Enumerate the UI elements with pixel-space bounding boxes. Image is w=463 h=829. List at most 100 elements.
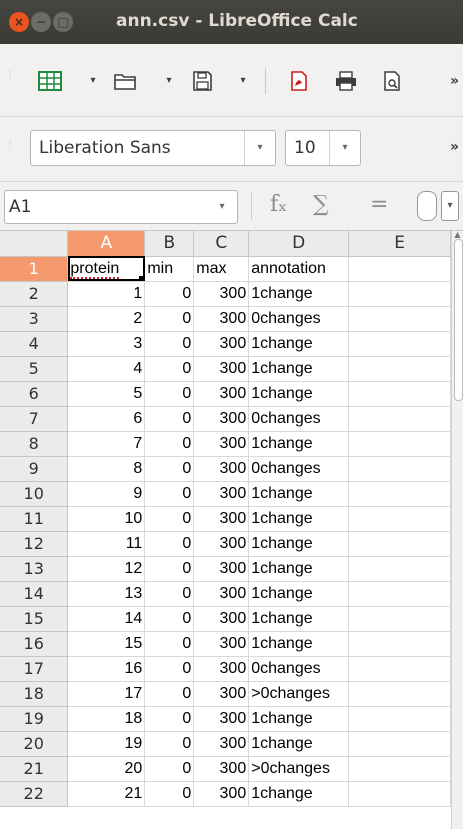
cell-b4[interactable]: 0 [144, 331, 195, 357]
cell-c13[interactable]: 300 [193, 556, 250, 582]
save-dropdown-arrow[interactable]: ▾ [238, 71, 248, 91]
cell-c14[interactable]: 300 [193, 581, 250, 607]
cell-a15[interactable]: 14 [67, 606, 146, 632]
cell-b16[interactable]: 0 [144, 631, 195, 657]
cell-c4[interactable]: 300 [193, 331, 250, 357]
cell-b2[interactable]: 0 [144, 281, 195, 307]
cell-e21[interactable] [348, 756, 451, 782]
cell-b18[interactable]: 0 [144, 681, 195, 707]
cell-a14[interactable]: 13 [67, 581, 146, 607]
print-preview-icon[interactable] [380, 71, 404, 91]
cell-a3[interactable]: 2 [67, 306, 146, 332]
cell-a16[interactable]: 15 [67, 631, 146, 657]
cell-a21[interactable]: 20 [67, 756, 146, 782]
row-header[interactable]: 22 [0, 781, 69, 807]
cell-c17[interactable]: 300 [193, 656, 250, 682]
row-header[interactable]: 1 [0, 256, 69, 282]
cell-b15[interactable]: 0 [144, 606, 195, 632]
cell-a6[interactable]: 5 [67, 381, 146, 407]
save-icon[interactable] [190, 71, 214, 91]
cell-b8[interactable]: 0 [144, 431, 195, 457]
cell-c15[interactable]: 300 [193, 606, 250, 632]
cell-a12[interactable]: 11 [67, 531, 146, 557]
toolbar-overflow-button[interactable]: » [450, 73, 459, 89]
cell-b21[interactable]: 0 [144, 756, 195, 782]
cell-e12[interactable] [348, 531, 451, 557]
cell-d20[interactable]: 1change [248, 731, 350, 757]
scroll-up-arrow[interactable]: ▲ [452, 231, 463, 239]
cell-c8[interactable]: 300 [193, 431, 250, 457]
row-header[interactable]: 13 [0, 556, 69, 582]
cell-d19[interactable]: 1change [248, 706, 350, 732]
cell-e8[interactable] [348, 431, 451, 457]
cell-d11[interactable]: 1change [248, 506, 350, 532]
cell-d12[interactable]: 1change [248, 531, 350, 557]
open-dropdown-arrow[interactable]: ▾ [164, 71, 174, 91]
cell-b14[interactable]: 0 [144, 581, 195, 607]
row-header[interactable]: 4 [0, 331, 69, 357]
row-header[interactable]: 18 [0, 681, 69, 707]
cell-d5[interactable]: 1change [248, 356, 350, 382]
cell-b13[interactable]: 0 [144, 556, 195, 582]
row-header[interactable]: 20 [0, 731, 69, 757]
row-header[interactable]: 6 [0, 381, 69, 407]
cell-d4[interactable]: 1change [248, 331, 350, 357]
cell-e14[interactable] [348, 581, 451, 607]
chevron-down-icon[interactable]: ▾ [329, 131, 360, 165]
row-header[interactable]: 5 [0, 356, 69, 382]
row-header[interactable]: 16 [0, 631, 69, 657]
cell-d16[interactable]: 1change [248, 631, 350, 657]
row-header[interactable]: 19 [0, 706, 69, 732]
row-header[interactable]: 3 [0, 306, 69, 332]
cell-d9[interactable]: 0changes [248, 456, 350, 482]
cell-e1[interactable] [348, 256, 451, 282]
cell-e6[interactable] [348, 381, 451, 407]
cell-e13[interactable] [348, 556, 451, 582]
cell-c20[interactable]: 300 [193, 731, 250, 757]
cell-d3[interactable]: 0changes [248, 306, 350, 332]
font-name-combobox[interactable]: Liberation Sans ▾ [30, 130, 276, 166]
cell-b12[interactable]: 0 [144, 531, 195, 557]
cell-d1[interactable]: annotation [248, 256, 350, 282]
row-header[interactable]: 21 [0, 756, 69, 782]
cell-a19[interactable]: 18 [67, 706, 146, 732]
cell-c21[interactable]: 300 [193, 756, 250, 782]
cell-d6[interactable]: 1change [248, 381, 350, 407]
chevron-down-icon[interactable]: ▾ [207, 191, 237, 223]
cell-c2[interactable]: 300 [193, 281, 250, 307]
print-icon[interactable] [334, 71, 358, 91]
cell-d18[interactable]: >0changes [248, 681, 350, 707]
cell-c1[interactable]: max [193, 256, 250, 282]
cell-e20[interactable] [348, 731, 451, 757]
font-size-combobox[interactable]: 10 ▾ [285, 130, 361, 166]
row-header[interactable]: 2 [0, 281, 69, 307]
cell-c6[interactable]: 300 [193, 381, 250, 407]
row-header[interactable]: 7 [0, 406, 69, 432]
row-header[interactable]: 10 [0, 481, 69, 507]
cell-c12[interactable]: 300 [193, 531, 250, 557]
cell-a22[interactable]: 21 [67, 781, 146, 807]
cell-d10[interactable]: 1change [248, 481, 350, 507]
cell-e11[interactable] [348, 506, 451, 532]
column-header-e[interactable]: E [348, 231, 451, 257]
column-header-c[interactable]: C [193, 231, 250, 257]
scrollbar-thumb[interactable] [454, 239, 463, 401]
table-icon[interactable] [38, 71, 62, 91]
maximize-window-button[interactable]: □ [53, 12, 73, 32]
minimize-window-button[interactable]: − [31, 12, 51, 32]
cell-c11[interactable]: 300 [193, 506, 250, 532]
cell-b7[interactable]: 0 [144, 406, 195, 432]
cell-c10[interactable]: 300 [193, 481, 250, 507]
cell-d7[interactable]: 0changes [248, 406, 350, 432]
cell-b17[interactable]: 0 [144, 656, 195, 682]
new-dropdown-arrow[interactable]: ▾ [88, 71, 98, 91]
cell-e22[interactable] [348, 781, 451, 807]
cell-a5[interactable]: 4 [67, 356, 146, 382]
cell-c3[interactable]: 300 [193, 306, 250, 332]
formula-icon[interactable]: = [370, 192, 388, 217]
cell-c5[interactable]: 300 [193, 356, 250, 382]
cell-e3[interactable] [348, 306, 451, 332]
cell-b10[interactable]: 0 [144, 481, 195, 507]
cell-b5[interactable]: 0 [144, 356, 195, 382]
row-header[interactable]: 15 [0, 606, 69, 632]
